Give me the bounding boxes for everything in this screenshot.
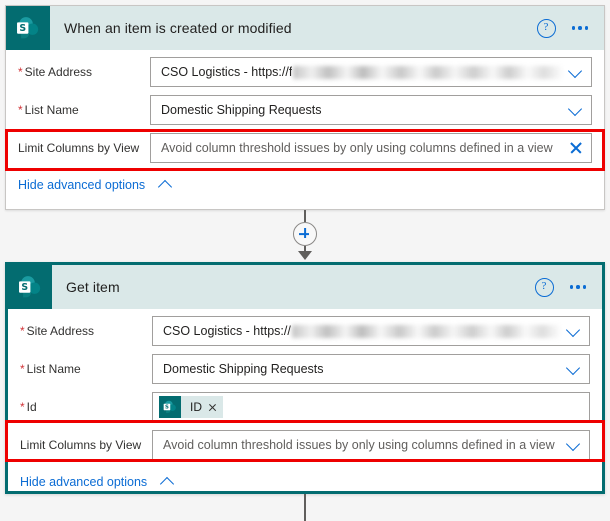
svg-text:S: S — [19, 23, 26, 34]
card-header[interactable]: S Get item ? — [8, 265, 602, 309]
field-label: * Site Address — [20, 324, 152, 338]
field-row-list-name[interactable]: * List Name Domestic Shipping Requests — [20, 353, 590, 385]
field-row-list-name[interactable]: * List Name Domestic Shipping Requests — [18, 94, 592, 126]
card-body: * Site Address CSO Logistics - https:// … — [8, 315, 602, 489]
field-row-site-address[interactable]: * Site Address CSO Logistics - https:// — [20, 315, 590, 347]
sharepoint-icon: S — [159, 396, 181, 418]
required-indicator: * — [20, 400, 25, 414]
field-label-text: Site Address — [26, 324, 95, 338]
arrow-down-icon — [298, 251, 312, 260]
list-name-input[interactable]: Domestic Shipping Requests — [150, 95, 592, 125]
field-label-text: List Name — [24, 103, 79, 117]
svg-text:S: S — [21, 282, 28, 293]
sharepoint-logo-glyph: S — [19, 276, 41, 298]
field-row-id[interactable]: * Id S ID — [20, 391, 590, 423]
field-label: * Site Address — [18, 65, 150, 79]
connector-line-bottom-stub — [304, 494, 306, 521]
required-indicator: * — [18, 65, 23, 79]
field-placeholder: Avoid column threshold issues by only us… — [163, 438, 555, 452]
sharepoint-icon: S — [6, 6, 50, 50]
field-row-limit-columns-by-view[interactable]: Limit Columns by View Avoid column thres… — [18, 132, 592, 164]
card-title: Get item — [66, 279, 120, 295]
field-row-site-address[interactable]: * Site Address CSO Logistics - https://f — [18, 56, 592, 88]
flow-connector — [0, 210, 610, 262]
card-body: * Site Address CSO Logistics - https://f… — [6, 56, 604, 192]
hide-advanced-options-link[interactable]: Hide advanced options — [20, 475, 175, 489]
card-title: When an item is created or modified — [64, 20, 292, 36]
id-input[interactable]: S ID — [152, 392, 590, 422]
chevron-down-icon[interactable] — [567, 324, 581, 338]
field-label: * List Name — [20, 362, 152, 376]
field-value: Domestic Shipping Requests — [161, 103, 322, 117]
site-address-input[interactable]: CSO Logistics - https://f — [150, 57, 592, 87]
chevron-up-icon — [161, 475, 175, 489]
card-header-actions[interactable]: ? — [534, 277, 603, 297]
dynamic-content-token[interactable]: S ID — [159, 396, 223, 418]
site-address-input[interactable]: CSO Logistics - https:// — [152, 316, 590, 346]
field-label-text: Limit Columns by View — [18, 141, 140, 155]
field-value: Domestic Shipping Requests — [163, 362, 324, 376]
list-name-input[interactable]: Domestic Shipping Requests — [152, 354, 590, 384]
field-row-limit-columns-by-view[interactable]: Limit Columns by View Avoid column thres… — [20, 429, 590, 461]
hide-advanced-options-link[interactable]: Hide advanced options — [18, 178, 173, 192]
help-circle-icon[interactable]: ? — [536, 18, 556, 38]
limit-columns-by-view-input[interactable]: Avoid column threshold issues by only us… — [152, 430, 590, 460]
help-circle-icon[interactable]: ? — [534, 277, 554, 297]
ellipsis-icon[interactable] — [570, 22, 591, 34]
token-label: ID — [190, 400, 202, 414]
action-card-get-item[interactable]: S Get item ? * Site Address CSO Logistic… — [5, 262, 605, 494]
close-icon[interactable] — [569, 141, 583, 155]
field-label: * Id — [20, 400, 152, 414]
field-label-text: List Name — [26, 362, 81, 376]
required-indicator: * — [20, 324, 25, 338]
sharepoint-logo-glyph: S — [163, 400, 176, 413]
field-label-text: Limit Columns by View — [20, 438, 142, 452]
redacted-text-region — [291, 324, 561, 338]
field-value: CSO Logistics - https:// — [163, 324, 291, 338]
field-placeholder: Avoid column threshold issues by only us… — [161, 141, 553, 155]
field-value: CSO Logistics - https://f — [161, 65, 293, 79]
field-label-text: Site Address — [24, 65, 93, 79]
flow-connector-bottom — [0, 494, 610, 521]
hide-advanced-options-label: Hide advanced options — [20, 475, 148, 489]
ellipsis-icon[interactable] — [568, 281, 589, 293]
field-label-text: Id — [26, 400, 37, 414]
connector-line-top — [304, 210, 306, 222]
action-card-trigger[interactable]: S When an item is created or modified ? … — [5, 5, 605, 210]
required-indicator: * — [20, 362, 25, 376]
limit-columns-by-view-input[interactable]: Avoid column threshold issues by only us… — [150, 133, 592, 163]
chevron-up-icon — [159, 178, 173, 192]
field-label: * List Name — [18, 103, 150, 117]
chevron-down-icon[interactable] — [567, 362, 581, 376]
redacted-text-region — [293, 65, 563, 79]
field-label: Limit Columns by View — [18, 141, 150, 155]
chevron-down-icon[interactable] — [567, 438, 581, 452]
sharepoint-icon: S — [8, 265, 52, 309]
field-label: Limit Columns by View — [20, 438, 152, 452]
hide-advanced-options-label: Hide advanced options — [18, 178, 146, 192]
plus-circle-icon[interactable] — [293, 222, 317, 246]
svg-text:S: S — [165, 405, 169, 411]
close-icon[interactable] — [208, 403, 217, 412]
card-header-actions[interactable]: ? — [536, 18, 605, 38]
sharepoint-logo-glyph: S — [17, 17, 39, 39]
required-indicator: * — [18, 103, 23, 117]
card-header[interactable]: S When an item is created or modified ? — [6, 6, 604, 50]
chevron-down-icon[interactable] — [569, 103, 583, 117]
chevron-down-icon[interactable] — [569, 65, 583, 79]
